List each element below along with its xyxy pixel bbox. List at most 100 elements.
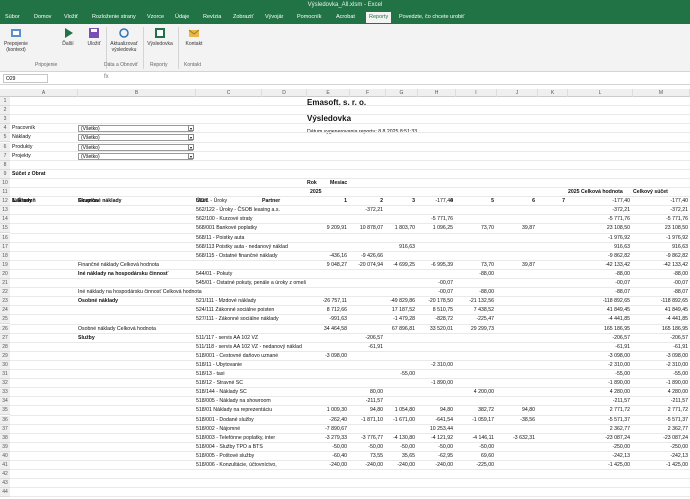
row-number[interactable]: 8: [0, 160, 10, 170]
row-group[interactable]: Osobné náklady: [78, 297, 193, 306]
row-account[interactable]: 518/005 - Poštové služby: [196, 452, 306, 461]
row-number[interactable]: 15: [0, 224, 10, 234]
report-button[interactable]: Výsledovka: [145, 27, 175, 47]
menu-item[interactable]: Povedzte, čo chcete urobiť: [399, 12, 464, 23]
menu-item[interactable]: Súbor: [5, 12, 20, 23]
row-number[interactable]: 11: [0, 188, 10, 198]
pivot-mesiac-label[interactable]: Mesiac: [330, 179, 360, 188]
row-group[interactable]: Iné náklady na hospodársku činnosť: [78, 270, 193, 279]
row-account[interactable]: 568/115 - Ostatné finančné náklady: [196, 252, 306, 261]
row-number[interactable]: 40: [0, 451, 10, 461]
row-number[interactable]: 44: [0, 488, 10, 498]
row-number[interactable]: 39: [0, 442, 10, 452]
row-number[interactable]: 34: [0, 397, 10, 407]
dropdown-arrow-icon[interactable]: ▾: [188, 152, 194, 159]
menu-item[interactable]: Revízia: [203, 12, 221, 23]
column-header[interactable]: B: [78, 89, 196, 97]
row-number[interactable]: 12: [0, 197, 10, 207]
row-number[interactable]: 30: [0, 360, 10, 370]
row-group[interactable]: Finančné náklady Celková hodnota: [78, 261, 308, 270]
filter-dropdown[interactable]: (Všetko): [78, 152, 193, 160]
row-account[interactable]: 511/118 - servis AA 102 VZ - nedanový ná…: [196, 343, 306, 352]
row-account[interactable]: 518/006 - Konzultácie, účtovníctvo,: [196, 461, 306, 470]
menu-item[interactable]: Vzorce: [147, 12, 164, 23]
row-account[interactable]: 518/001 - Cestovné daňovo uznané: [196, 352, 306, 361]
name-box[interactable]: O29: [3, 74, 48, 83]
column-header[interactable]: A: [10, 89, 78, 97]
row-number[interactable]: 16: [0, 233, 10, 243]
row-number[interactable]: 42: [0, 470, 10, 480]
menu-item[interactable]: Údaje: [175, 12, 189, 23]
row-number[interactable]: 35: [0, 406, 10, 416]
row-number[interactable]: 23: [0, 297, 10, 307]
menu-item[interactable]: Domov: [34, 12, 51, 23]
row-number[interactable]: 5: [0, 133, 10, 143]
row-number[interactable]: 6: [0, 142, 10, 152]
row-number[interactable]: 18: [0, 251, 10, 261]
row-account[interactable]: 524/111 Zákonné sociálne poisten: [196, 306, 306, 315]
menu-item[interactable]: Rozloženie strany: [92, 12, 136, 23]
dropdown-arrow-icon[interactable]: ▾: [188, 143, 194, 150]
row-number[interactable]: 43: [0, 479, 10, 489]
row-account[interactable]: 518/001 - Dodané služby: [196, 416, 306, 425]
row-number[interactable]: 20: [0, 269, 10, 279]
row-account[interactable]: 562/1 - Úroky: [196, 197, 306, 206]
row-account[interactable]: 518/144 - Náklady SC: [196, 388, 306, 397]
row-account[interactable]: 518/12 - Stravné SC: [196, 379, 306, 388]
column-header[interactable]: M: [633, 89, 690, 97]
column-header[interactable]: I: [456, 89, 497, 97]
row-account[interactable]: 518/01 Náklady na reprezentáciu: [196, 406, 306, 415]
column-header[interactable]: H: [418, 89, 456, 97]
column-header[interactable]: G: [386, 89, 418, 97]
row-number[interactable]: 32: [0, 379, 10, 389]
menu-item[interactable]: Reporty: [366, 12, 392, 23]
sheet-grid[interactable]: Emasoft, s. r. o. Výsledovka Dátum vygen…: [0, 97, 690, 499]
connection-button[interactable]: Prepojenie (kontext): [4, 27, 28, 53]
row-account[interactable]: 562/122 - Úroky - ČSOB leasing a.s.: [196, 206, 306, 215]
column-header[interactable]: L: [568, 89, 633, 97]
filter-dropdown[interactable]: (Všetko): [78, 143, 193, 151]
filter-dropdown[interactable]: (Všetko): [78, 134, 193, 142]
column-header[interactable]: K: [538, 89, 568, 97]
row-group[interactable]: Osobné náklady Celková hodnota: [78, 325, 308, 334]
menu-item[interactable]: Pomocník: [297, 12, 321, 23]
menu-item[interactable]: Vývojár: [265, 12, 283, 23]
row-group[interactable]: Služby: [78, 334, 193, 343]
row-number[interactable]: 25: [0, 315, 10, 325]
row-account[interactable]: 518/005 - Náklady na showroom: [196, 397, 306, 406]
fx-icon[interactable]: fx: [104, 74, 109, 80]
row-number[interactable]: 3: [0, 115, 10, 125]
filter-dropdown[interactable]: (Všetko): [78, 125, 193, 133]
row-number[interactable]: 13: [0, 206, 10, 216]
row-number[interactable]: 21: [0, 279, 10, 289]
row-account[interactable]: 562/100 - Kurzové straty: [196, 215, 306, 224]
menu-item[interactable]: Zobraziť: [233, 12, 253, 23]
next-button[interactable]: Ďalší: [57, 27, 79, 47]
row-number[interactable]: 1: [0, 97, 10, 107]
row-account[interactable]: 511/117 - servis AA 102 VZ: [196, 334, 306, 343]
row-number[interactable]: 33: [0, 388, 10, 398]
dropdown-arrow-icon[interactable]: ▾: [188, 125, 194, 132]
row-account[interactable]: 518/13 - taxi: [196, 370, 306, 379]
row-number[interactable]: 31: [0, 370, 10, 380]
row-number[interactable]: 38: [0, 433, 10, 443]
contact-button[interactable]: Kontakt: [181, 27, 207, 47]
row-account[interactable]: 544/01 - Pokuty: [196, 270, 306, 279]
column-header[interactable]: J: [497, 89, 538, 97]
column-header[interactable]: F: [350, 89, 386, 97]
row-account[interactable]: 521/111 - Mzdové náklady: [196, 297, 306, 306]
menu-item[interactable]: Acrobat: [336, 12, 355, 23]
row-account[interactable]: 518/003 - Telefónne poplatky, inter: [196, 434, 306, 443]
row-number[interactable]: 29: [0, 351, 10, 361]
column-header[interactable]: D: [262, 89, 307, 97]
row-number[interactable]: 26: [0, 324, 10, 334]
row-account[interactable]: 545/01 - Ostatné pokuty, penále a úroky …: [196, 279, 306, 288]
row-account[interactable]: 518/002 - Nájomné: [196, 425, 306, 434]
menu-item[interactable]: Vložiť: [64, 12, 78, 23]
row-number[interactable]: 36: [0, 415, 10, 425]
dropdown-arrow-icon[interactable]: ▾: [188, 134, 194, 141]
row-number[interactable]: 9: [0, 169, 10, 179]
row-number[interactable]: 10: [0, 178, 10, 188]
row-number[interactable]: 4: [0, 124, 10, 134]
row-account[interactable]: 568/001 Bankové poplatky: [196, 224, 306, 233]
